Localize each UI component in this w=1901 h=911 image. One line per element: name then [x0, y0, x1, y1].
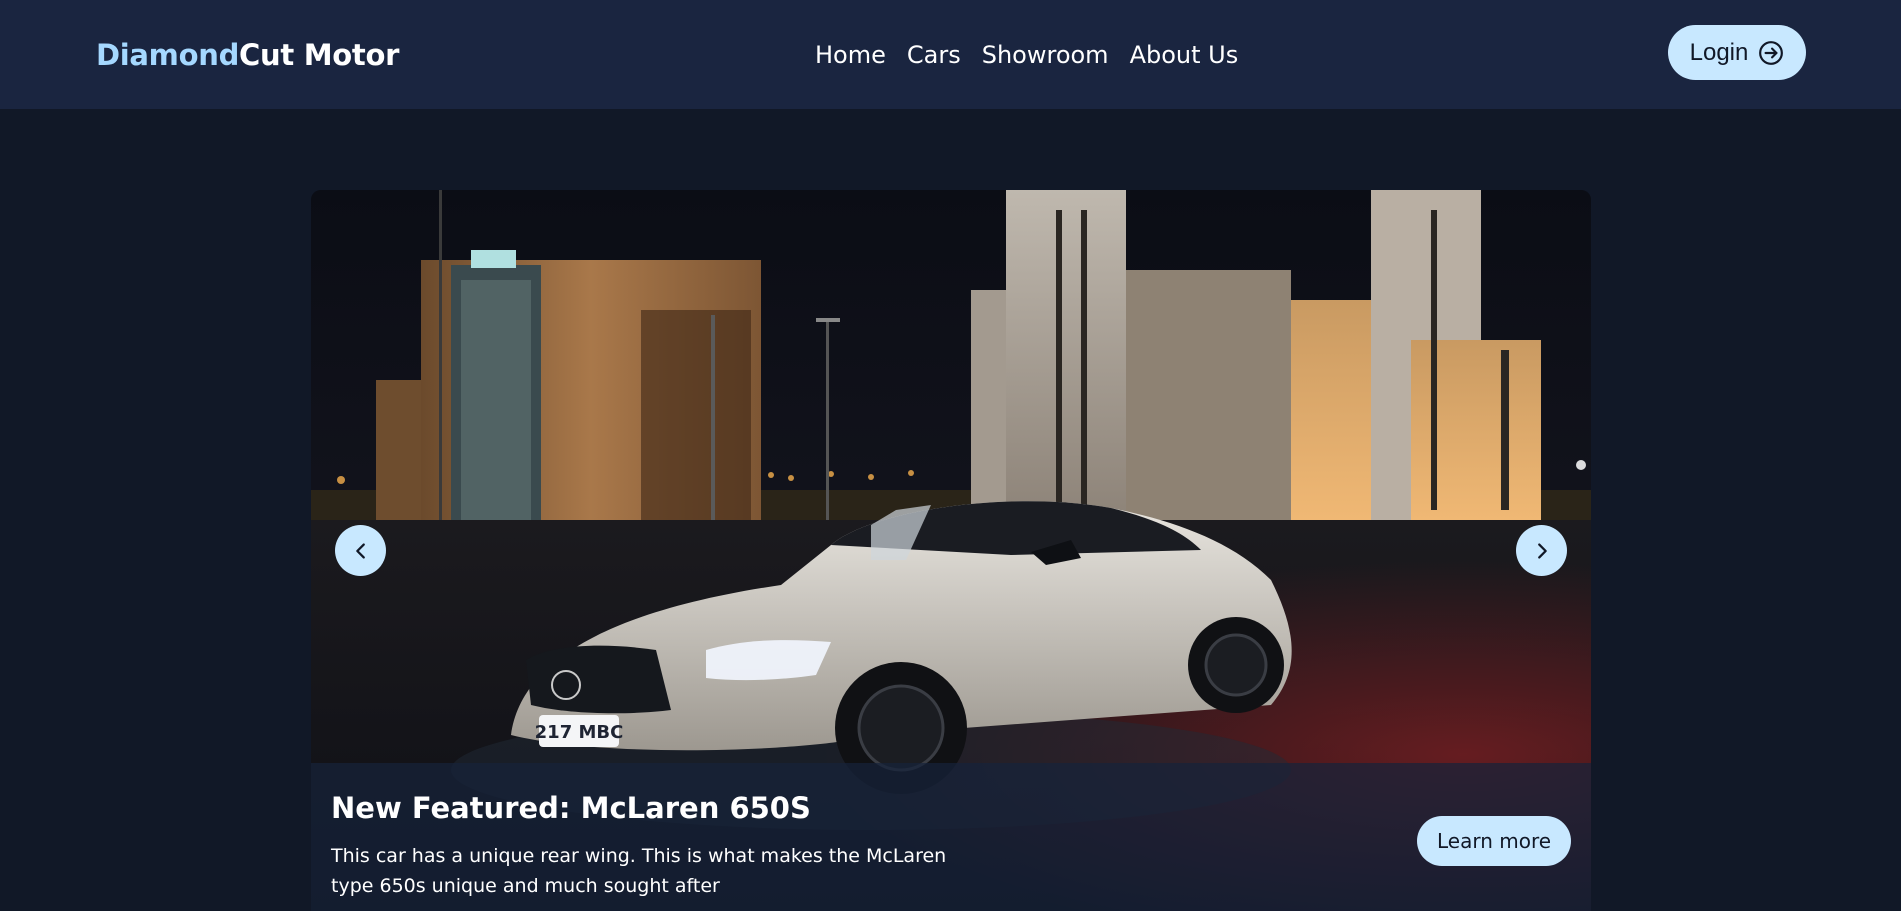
featured-description: This car has a unique rear wing. This is… — [331, 845, 947, 897]
login-arrow-icon — [1759, 40, 1784, 65]
login-button[interactable]: Login — [1668, 25, 1806, 80]
main-nav: Home Cars Showroom About Us — [815, 0, 1238, 109]
carousel-next-button[interactable] — [1516, 525, 1567, 576]
carousel-caption: New Featured: McLaren 650S This car has … — [311, 763, 1591, 911]
license-plate: 217 MBC — [535, 722, 624, 743]
nav-about-us[interactable]: About Us — [1130, 41, 1239, 69]
featured-carousel: 217 MBC New Featured: McLaren 650S This … — [311, 190, 1591, 911]
nav-home[interactable]: Home — [815, 41, 886, 69]
chevron-right-icon — [1537, 542, 1547, 559]
featured-title: New Featured: McLaren 650S — [331, 791, 811, 825]
navbar: DiamondCut Motor Home Cars Showroom Abou… — [0, 0, 1901, 109]
nav-cars[interactable]: Cars — [907, 41, 961, 69]
brand-logo[interactable]: DiamondCut Motor — [96, 38, 399, 72]
chevron-left-icon — [355, 542, 365, 559]
login-label: Login — [1689, 38, 1749, 66]
brand-accent: Diamond — [96, 37, 240, 72]
learn-more-button[interactable]: Learn more — [1417, 816, 1571, 866]
carousel-prev-button[interactable] — [335, 525, 386, 576]
nav-showroom[interactable]: Showroom — [982, 41, 1109, 69]
brand-rest: Cut Motor — [239, 37, 400, 72]
